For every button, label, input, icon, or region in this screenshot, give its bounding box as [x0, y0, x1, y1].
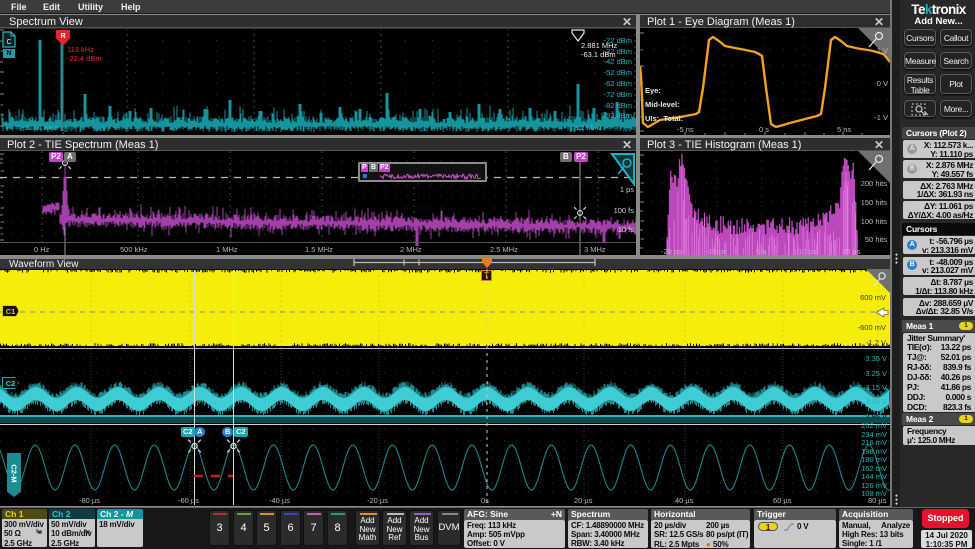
- svg-text:C: C: [6, 39, 11, 46]
- svg-text:R: R: [60, 33, 65, 40]
